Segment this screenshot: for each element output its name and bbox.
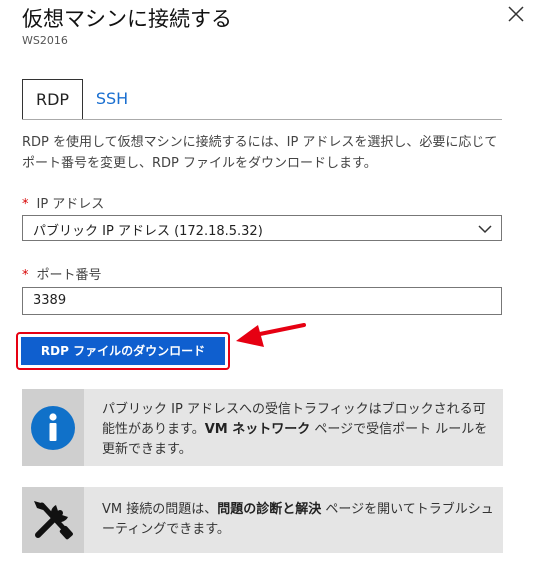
port-input[interactable]: 3389: [22, 287, 502, 315]
page-subtitle: WS2016: [22, 34, 68, 47]
troubleshoot-text: VM 接続の問題は、問題の診断と解決 ページを開いてトラブルシューティングできま…: [102, 500, 497, 540]
port-value: 3389: [33, 293, 67, 308]
info-icon: [31, 406, 75, 450]
tab-divider: [22, 119, 502, 120]
annotation-arrow-icon: [236, 323, 306, 347]
page-title: 仮想マシンに接続する: [22, 7, 232, 31]
ip-address-label: * IP アドレス: [22, 193, 104, 212]
tools-icon: [34, 501, 73, 540]
vm-network-link-text: VM ネットワーク: [204, 422, 311, 437]
port-label: * ポート番号: [22, 264, 102, 283]
connection-tabs: RDP SSH: [22, 79, 502, 119]
chevron-down-icon: [478, 225, 492, 234]
ip-address-value: パブリック IP アドレス (172.18.5.32): [33, 224, 263, 239]
port-label-text: ポート番号: [36, 268, 102, 283]
tab-ssh[interactable]: SSH: [92, 79, 132, 119]
description-text: RDP を使用して仮想マシンに接続するには、IP アドレスを選択し、必要に応じて…: [22, 135, 498, 171]
inbound-traffic-notice: パブリック IP アドレスへの受信トラフィックはブロックされる可能性があります。…: [22, 389, 503, 466]
required-asterisk: *: [22, 268, 29, 283]
troubleshoot-notice: VM 接続の問題は、問題の診断と解決 ページを開いてトラブルシューティングできま…: [22, 487, 503, 553]
diagnose-link-text: 問題の診断と解決: [217, 502, 322, 517]
ip-address-select[interactable]: パブリック IP アドレス (172.18.5.32): [22, 215, 502, 241]
notice-text: VM 接続の問題は、: [102, 502, 218, 517]
inbound-traffic-text: パブリック IP アドレスへの受信トラフィックはブロックされる可能性があります。…: [102, 400, 497, 460]
download-rdp-button[interactable]: RDP ファイルのダウンロード: [21, 337, 225, 365]
close-icon[interactable]: [506, 4, 526, 24]
ip-address-label-text: IP アドレス: [36, 197, 105, 212]
tab-rdp[interactable]: RDP: [22, 79, 83, 119]
download-button-highlight: RDP ファイルのダウンロード: [16, 332, 230, 370]
required-asterisk: *: [22, 197, 29, 212]
